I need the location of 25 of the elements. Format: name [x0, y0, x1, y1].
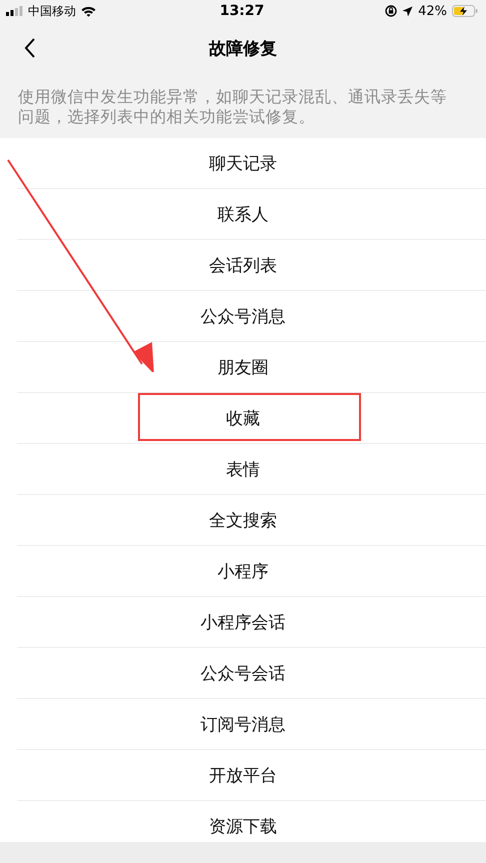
list-item[interactable]: 会话列表: [209, 254, 277, 276]
location-arrow-icon: [402, 6, 414, 16]
list-item[interactable]: 小程序: [218, 560, 268, 582]
page-title: 故障修复: [209, 38, 277, 60]
list-item[interactable]: 聊天记录: [209, 152, 277, 174]
description-text: 使用微信中发生功能异常，如聊天记录混乱、通讯录丢失等问题，选择列表中的相关功能尝试修复。: [17, 86, 448, 126]
list-item[interactable]: 资源下载: [209, 814, 277, 838]
list-item[interactable]: 公众号会话: [200, 662, 286, 684]
list-item[interactable]: 开放平台: [209, 764, 277, 786]
list-item[interactable]: 朋友圈: [218, 356, 268, 378]
battery-charging-icon: [452, 5, 478, 17]
rotation-lock-icon: [385, 5, 398, 17]
battery-percent: 42%: [418, 4, 447, 18]
list-item[interactable]: 全文搜索: [209, 508, 277, 532]
back-chevron-icon: [24, 38, 36, 58]
list-item[interactable]: 订阅号消息: [200, 712, 286, 736]
list-item[interactable]: 小程序会话: [200, 610, 286, 634]
wifi-icon: [81, 6, 96, 16]
list-item[interactable]: 公众号消息: [200, 304, 286, 328]
clock-time: 13:27: [220, 3, 264, 19]
list-item[interactable]: 收藏: [226, 406, 260, 430]
signal-icon: [6, 6, 23, 16]
list-item[interactable]: 联系人: [218, 202, 268, 226]
carrier-name: 中国移动: [28, 2, 76, 20]
list-item[interactable]: 表情: [226, 458, 260, 480]
